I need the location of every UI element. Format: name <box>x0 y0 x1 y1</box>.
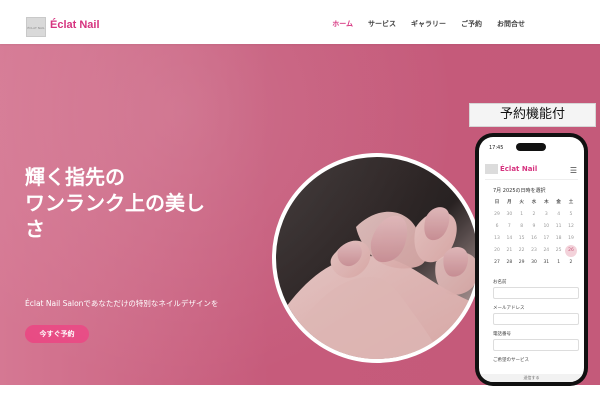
service-field: ご希望のサービス <box>493 357 579 365</box>
top-navbar: ÉCLAT NAIL Éclat Nail ホーム サービス ギャラリー ご予約… <box>0 0 600 44</box>
calendar-day[interactable]: 25 <box>553 245 565 257</box>
phone-logo <box>485 164 498 174</box>
phone-label: 電話番号 <box>493 332 511 337</box>
calendar-day-selected[interactable]: 26 <box>564 245 577 257</box>
menu-item-contact[interactable]: お問合せ <box>497 19 525 29</box>
calendar-day[interactable]: 11 <box>553 221 565 233</box>
calendar-day[interactable]: 30 <box>503 209 515 221</box>
weekday: 水 <box>531 200 537 205</box>
phone-bottom-bar[interactable]: 送信する <box>479 374 584 382</box>
calendar-day[interactable]: 5 <box>565 209 577 221</box>
calendar-day[interactable]: 21 <box>503 245 515 257</box>
hamburger-menu-icon[interactable]: ☰ <box>570 166 577 175</box>
calendar-day[interactable]: 1 <box>516 209 528 221</box>
calendar-day[interactable]: 14 <box>503 233 515 245</box>
email-label: メールアドレス <box>493 306 525 311</box>
calendar-day[interactable]: 17 <box>540 233 552 245</box>
calendar-week: 20 21 22 23 24 25 26 <box>491 245 577 257</box>
reservation-feature-badge: 予約機能付 <box>469 103 596 127</box>
calendar-day[interactable]: 1 <box>553 257 565 269</box>
weekday: 日 <box>494 200 500 205</box>
nail-photo <box>272 153 482 363</box>
calendar-week: 13 14 15 16 17 18 19 <box>491 233 577 245</box>
phone-mockup: 17:45 Éclat Nail ☰ 7月 2025の日時を選択 日 月 火 水… <box>475 133 588 386</box>
phone-date-title: 7月 2025の日時を選択 <box>493 188 546 194</box>
calendar-day[interactable]: 15 <box>516 233 528 245</box>
calendar-day[interactable]: 23 <box>528 245 540 257</box>
calendar-day[interactable]: 19 <box>565 233 577 245</box>
weekday: 土 <box>568 200 574 205</box>
weekday: 木 <box>544 200 549 205</box>
phone-notch <box>516 143 546 151</box>
calendar-week: 29 30 1 2 3 4 5 <box>491 209 577 221</box>
weekday: 金 <box>556 200 561 205</box>
reserve-now-button[interactable]: 今すぐ予約 <box>25 325 89 343</box>
main-menu: ホーム サービス ギャラリー ご予約 お問合せ <box>332 19 525 29</box>
calendar-day[interactable]: 29 <box>491 209 503 221</box>
calendar-day[interactable]: 6 <box>491 221 503 233</box>
name-label: お名前 <box>493 280 507 285</box>
calendar-day[interactable]: 7 <box>503 221 515 233</box>
calendar-day[interactable]: 24 <box>540 245 552 257</box>
phone-status-time: 17:45 <box>489 145 504 151</box>
calendar-day[interactable]: 16 <box>528 233 540 245</box>
hero-headline: 輝く指先の ワンランク上の美し さ <box>25 164 285 242</box>
hero-headline-line-1: 輝く指先の <box>25 165 125 189</box>
calendar-day[interactable]: 20 <box>491 245 503 257</box>
email-field: メールアドレス <box>493 305 579 325</box>
hands-illustration <box>276 157 478 359</box>
phone-screen: 17:45 Éclat Nail ☰ 7月 2025の日時を選択 日 月 火 水… <box>479 137 584 382</box>
calendar-week: 6 7 8 9 10 11 12 <box>491 221 577 233</box>
calendar-day[interactable]: 10 <box>540 221 552 233</box>
logo[interactable]: ÉCLAT NAIL <box>26 17 46 37</box>
calendar-day[interactable]: 31 <box>540 257 552 269</box>
weekday: 月 <box>507 200 512 205</box>
menu-item-home[interactable]: ホーム <box>332 19 353 29</box>
phone-input[interactable] <box>493 339 579 351</box>
calendar-day[interactable]: 4 <box>553 209 565 221</box>
calendar-day[interactable]: 9 <box>528 221 540 233</box>
hero-headline-line-3: さ <box>25 217 45 241</box>
calendar-day[interactable]: 18 <box>553 233 565 245</box>
hero-headline-line-2: ワンランク上の美し <box>25 191 205 215</box>
calendar-weekdays: 日 月 火 水 木 金 土 <box>491 197 577 209</box>
calendar-day[interactable]: 30 <box>528 257 540 269</box>
calendar-day[interactable]: 29 <box>516 257 528 269</box>
menu-item-services[interactable]: サービス <box>368 19 396 29</box>
calendar-day[interactable]: 22 <box>516 245 528 257</box>
menu-item-reservation[interactable]: ご予約 <box>461 19 482 29</box>
phone-brand: Éclat Nail <box>500 165 538 173</box>
calendar-day[interactable]: 3 <box>540 209 552 221</box>
calendar-week: 27 28 29 30 31 1 2 <box>491 257 577 269</box>
calendar-day[interactable]: 27 <box>491 257 503 269</box>
name-input[interactable] <box>493 287 579 299</box>
calendar-day[interactable]: 28 <box>503 257 515 269</box>
phone-field: 電話番号 <box>493 331 579 351</box>
brand-name[interactable]: Éclat Nail <box>50 19 100 31</box>
calendar-day[interactable]: 12 <box>565 221 577 233</box>
calendar-day[interactable]: 13 <box>491 233 503 245</box>
name-field: お名前 <box>493 279 579 299</box>
calendar-day[interactable]: 2 <box>528 209 540 221</box>
calendar-day[interactable]: 8 <box>516 221 528 233</box>
weekday: 火 <box>519 200 524 205</box>
calendar: 日 月 火 水 木 金 土 29 30 1 2 3 4 5 6 7 8 9 10… <box>491 197 577 269</box>
service-label: ご希望のサービス <box>493 358 529 363</box>
phone-divider <box>485 179 578 180</box>
footer-strip <box>0 385 600 400</box>
menu-item-gallery[interactable]: ギャラリー <box>411 19 446 29</box>
email-input[interactable] <box>493 313 579 325</box>
calendar-day[interactable]: 2 <box>565 257 577 269</box>
hero-subtitle: Éclat Nail Salonであなただけの特別なネイルデザインを <box>25 299 219 308</box>
